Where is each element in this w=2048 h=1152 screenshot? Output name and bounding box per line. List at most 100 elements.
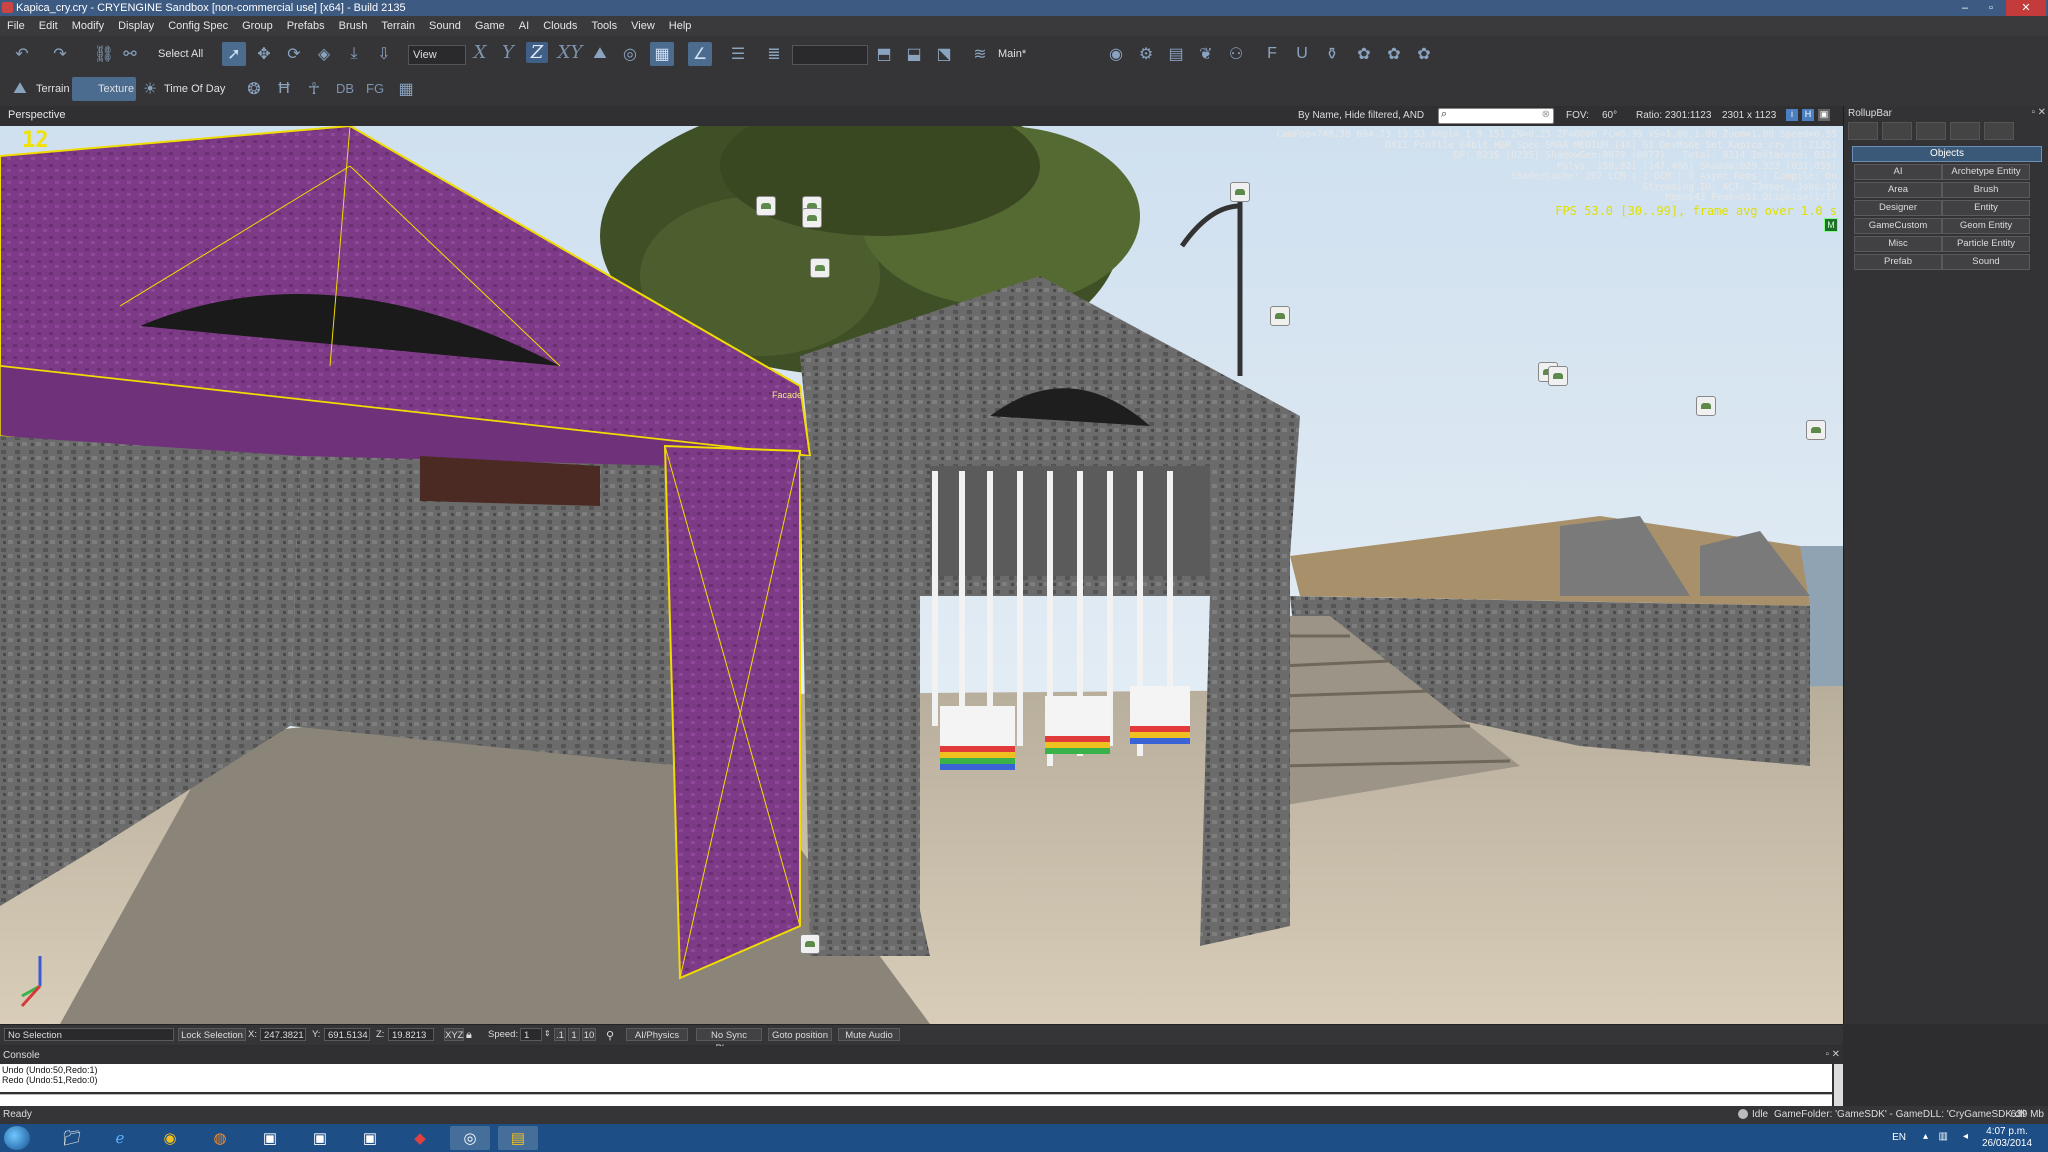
- internet-explorer-icon[interactable]: ℯ: [100, 1126, 140, 1150]
- menu-modify[interactable]: Modify: [65, 16, 111, 36]
- tab-layers-icon[interactable]: [1984, 122, 2014, 140]
- entity-marker-icon[interactable]: [1806, 420, 1826, 440]
- speed-preset-0.1[interactable]: .1: [554, 1028, 566, 1041]
- tray-arrow-icon[interactable]: ▴: [1923, 1131, 1928, 1142]
- resolution-label[interactable]: 2301 x 1123: [1722, 110, 1776, 121]
- perspective-viewport[interactable]: 12 Facade CamPos=748.38 694.73 13.53 Ang…: [0, 126, 1843, 1024]
- mute-audio-button[interactable]: Mute Audio: [838, 1028, 900, 1041]
- sun-icon[interactable]: ☀: [140, 77, 160, 101]
- list-icon[interactable]: ≣: [762, 42, 786, 66]
- redo-icon[interactable]: ↷: [48, 42, 72, 66]
- menu-tools[interactable]: Tools: [584, 16, 624, 36]
- entity-marker-icon[interactable]: [1696, 396, 1716, 416]
- tab-objects-icon[interactable]: [1848, 122, 1878, 140]
- menu-file[interactable]: File: [0, 16, 32, 36]
- entity-marker-icon[interactable]: [756, 196, 776, 216]
- objects-section-title[interactable]: Objects: [1852, 146, 2042, 162]
- speed-input[interactable]: 1: [520, 1028, 542, 1041]
- menu-prefabs[interactable]: Prefabs: [280, 16, 332, 36]
- object-sound-button[interactable]: Sound: [1942, 254, 2030, 270]
- settings-icon[interactable]: ✿: [1352, 42, 1376, 66]
- axis-xy-button[interactable]: XY: [556, 42, 584, 63]
- scale-tool-icon[interactable]: ◈: [312, 42, 336, 66]
- object-gamecustom-button[interactable]: GameCustom: [1854, 218, 1942, 234]
- console-pin-icon[interactable]: ▫: [1825, 1049, 1829, 1060]
- snap-terrain-icon[interactable]: ⤓: [342, 42, 366, 66]
- camera-icon[interactable]: ◎: [618, 42, 642, 66]
- window-icon[interactable]: ▣: [300, 1126, 340, 1150]
- unlink-icon[interactable]: ⚯: [118, 42, 142, 66]
- fov-value[interactable]: 60°: [1602, 110, 1617, 121]
- material-icon[interactable]: ⬒: [872, 42, 896, 66]
- tab-modeling-icon[interactable]: [1916, 122, 1946, 140]
- menu-config-spec[interactable]: Config Spec: [161, 16, 235, 36]
- info-icon[interactable]: i: [1786, 109, 1798, 121]
- close-button[interactable]: ✕: [2006, 0, 2046, 16]
- entity-marker-icon[interactable]: [1230, 182, 1250, 202]
- z-coordinate-input[interactable]: 19.8213: [388, 1028, 434, 1041]
- object-designer-button[interactable]: Designer: [1854, 200, 1942, 216]
- clock[interactable]: 4:07 p.m. 26/03/2014: [1972, 1126, 2042, 1150]
- select-tool-icon[interactable]: ➚: [222, 42, 246, 66]
- move-tool-icon[interactable]: ✥: [252, 42, 276, 66]
- rollup-close-icon[interactable]: ✕: [2038, 107, 2046, 118]
- character-editor-icon[interactable]: ☥: [302, 77, 326, 101]
- viewport-search-input[interactable]: ⌕ ⊗: [1438, 108, 1554, 124]
- entity-marker-icon[interactable]: [1270, 306, 1290, 326]
- minimize-button[interactable]: –: [1952, 0, 1978, 16]
- volume-icon[interactable]: ◂: [1963, 1131, 1968, 1142]
- axis-z-button[interactable]: Z: [526, 42, 548, 63]
- window-icon[interactable]: ▣: [350, 1126, 390, 1150]
- ui-editor-icon[interactable]: U: [1290, 42, 1314, 66]
- app-icon[interactable]: ◆: [400, 1126, 440, 1150]
- object-ai-button[interactable]: AI: [1854, 164, 1942, 180]
- gear-icon[interactable]: ✿: [1382, 42, 1406, 66]
- x-coordinate-input[interactable]: 247.3821: [260, 1028, 306, 1041]
- select-all-label[interactable]: Select All: [158, 48, 203, 60]
- speed-preset-1[interactable]: 1: [568, 1028, 580, 1041]
- y-coordinate-input[interactable]: 691.5134: [324, 1028, 370, 1041]
- track-view-icon[interactable]: ⚱: [1320, 42, 1344, 66]
- ai-physics-button[interactable]: AI/Physics: [626, 1028, 688, 1041]
- view-combo[interactable]: View: [408, 45, 466, 65]
- window-title-bar[interactable]: Kapica_cry.cry - CRYENGINE Sandbox [non-…: [0, 0, 2048, 16]
- xyz-toggle[interactable]: XYZ: [444, 1028, 464, 1041]
- clear-search-icon[interactable]: ⊗: [1542, 109, 1550, 120]
- entity-marker-icon[interactable]: [802, 208, 822, 228]
- selection-field[interactable]: No Selection: [4, 1028, 174, 1041]
- menu-sound[interactable]: Sound: [422, 16, 468, 36]
- texture-button[interactable]: Texture: [98, 83, 134, 95]
- vegetation-icon[interactable]: ❦: [1194, 42, 1218, 66]
- pin-icon[interactable]: ▫: [2031, 107, 2035, 118]
- menu-game[interactable]: Game: [468, 16, 512, 36]
- terrain-icon[interactable]: ⛰: [10, 77, 30, 101]
- snap-object-icon[interactable]: ⇩: [372, 42, 396, 66]
- object-archetype-entity-button[interactable]: Archetype Entity: [1942, 164, 2030, 180]
- chrome-icon[interactable]: ◉: [150, 1126, 190, 1150]
- object-area-button[interactable]: Area: [1854, 182, 1942, 198]
- axis-y-button[interactable]: Y: [498, 42, 518, 63]
- maximize-viewport-icon[interactable]: ▣: [1818, 109, 1830, 121]
- object-geom-entity-button[interactable]: Geom Entity: [1942, 218, 2030, 234]
- object-entity-button[interactable]: Entity: [1942, 200, 2030, 216]
- object-prefab-button[interactable]: Prefab: [1854, 254, 1942, 270]
- link-icon[interactable]: ⛓: [92, 42, 116, 66]
- start-button[interactable]: [4, 1126, 30, 1150]
- firefox-icon[interactable]: ◍: [200, 1126, 240, 1150]
- lock-selection-button[interactable]: Lock Selection: [178, 1028, 246, 1041]
- object-particle-entity-button[interactable]: Particle Entity: [1942, 236, 2030, 252]
- no-sync-player-button[interactable]: No Sync Player: [696, 1028, 762, 1054]
- facial-editor-icon[interactable]: Ħ: [272, 77, 296, 101]
- menu-terrain[interactable]: Terrain: [374, 16, 422, 36]
- menu-brush[interactable]: Brush: [332, 16, 375, 36]
- current-layer-label[interactable]: Main*: [998, 48, 1026, 60]
- flowgraph-button[interactable]: FG: [366, 81, 384, 96]
- rotate-tool-icon[interactable]: ⟳: [282, 42, 306, 66]
- axis-x-button[interactable]: X: [470, 42, 490, 63]
- grid-icon[interactable]: ▦: [394, 77, 418, 101]
- terrain-axis-icon[interactable]: ⛰: [588, 42, 612, 66]
- language-indicator[interactable]: EN: [1892, 1132, 1906, 1143]
- database-button[interactable]: DB: [336, 81, 354, 96]
- selection-set-combo[interactable]: [792, 45, 868, 65]
- goto-position-button[interactable]: Goto position: [768, 1028, 832, 1041]
